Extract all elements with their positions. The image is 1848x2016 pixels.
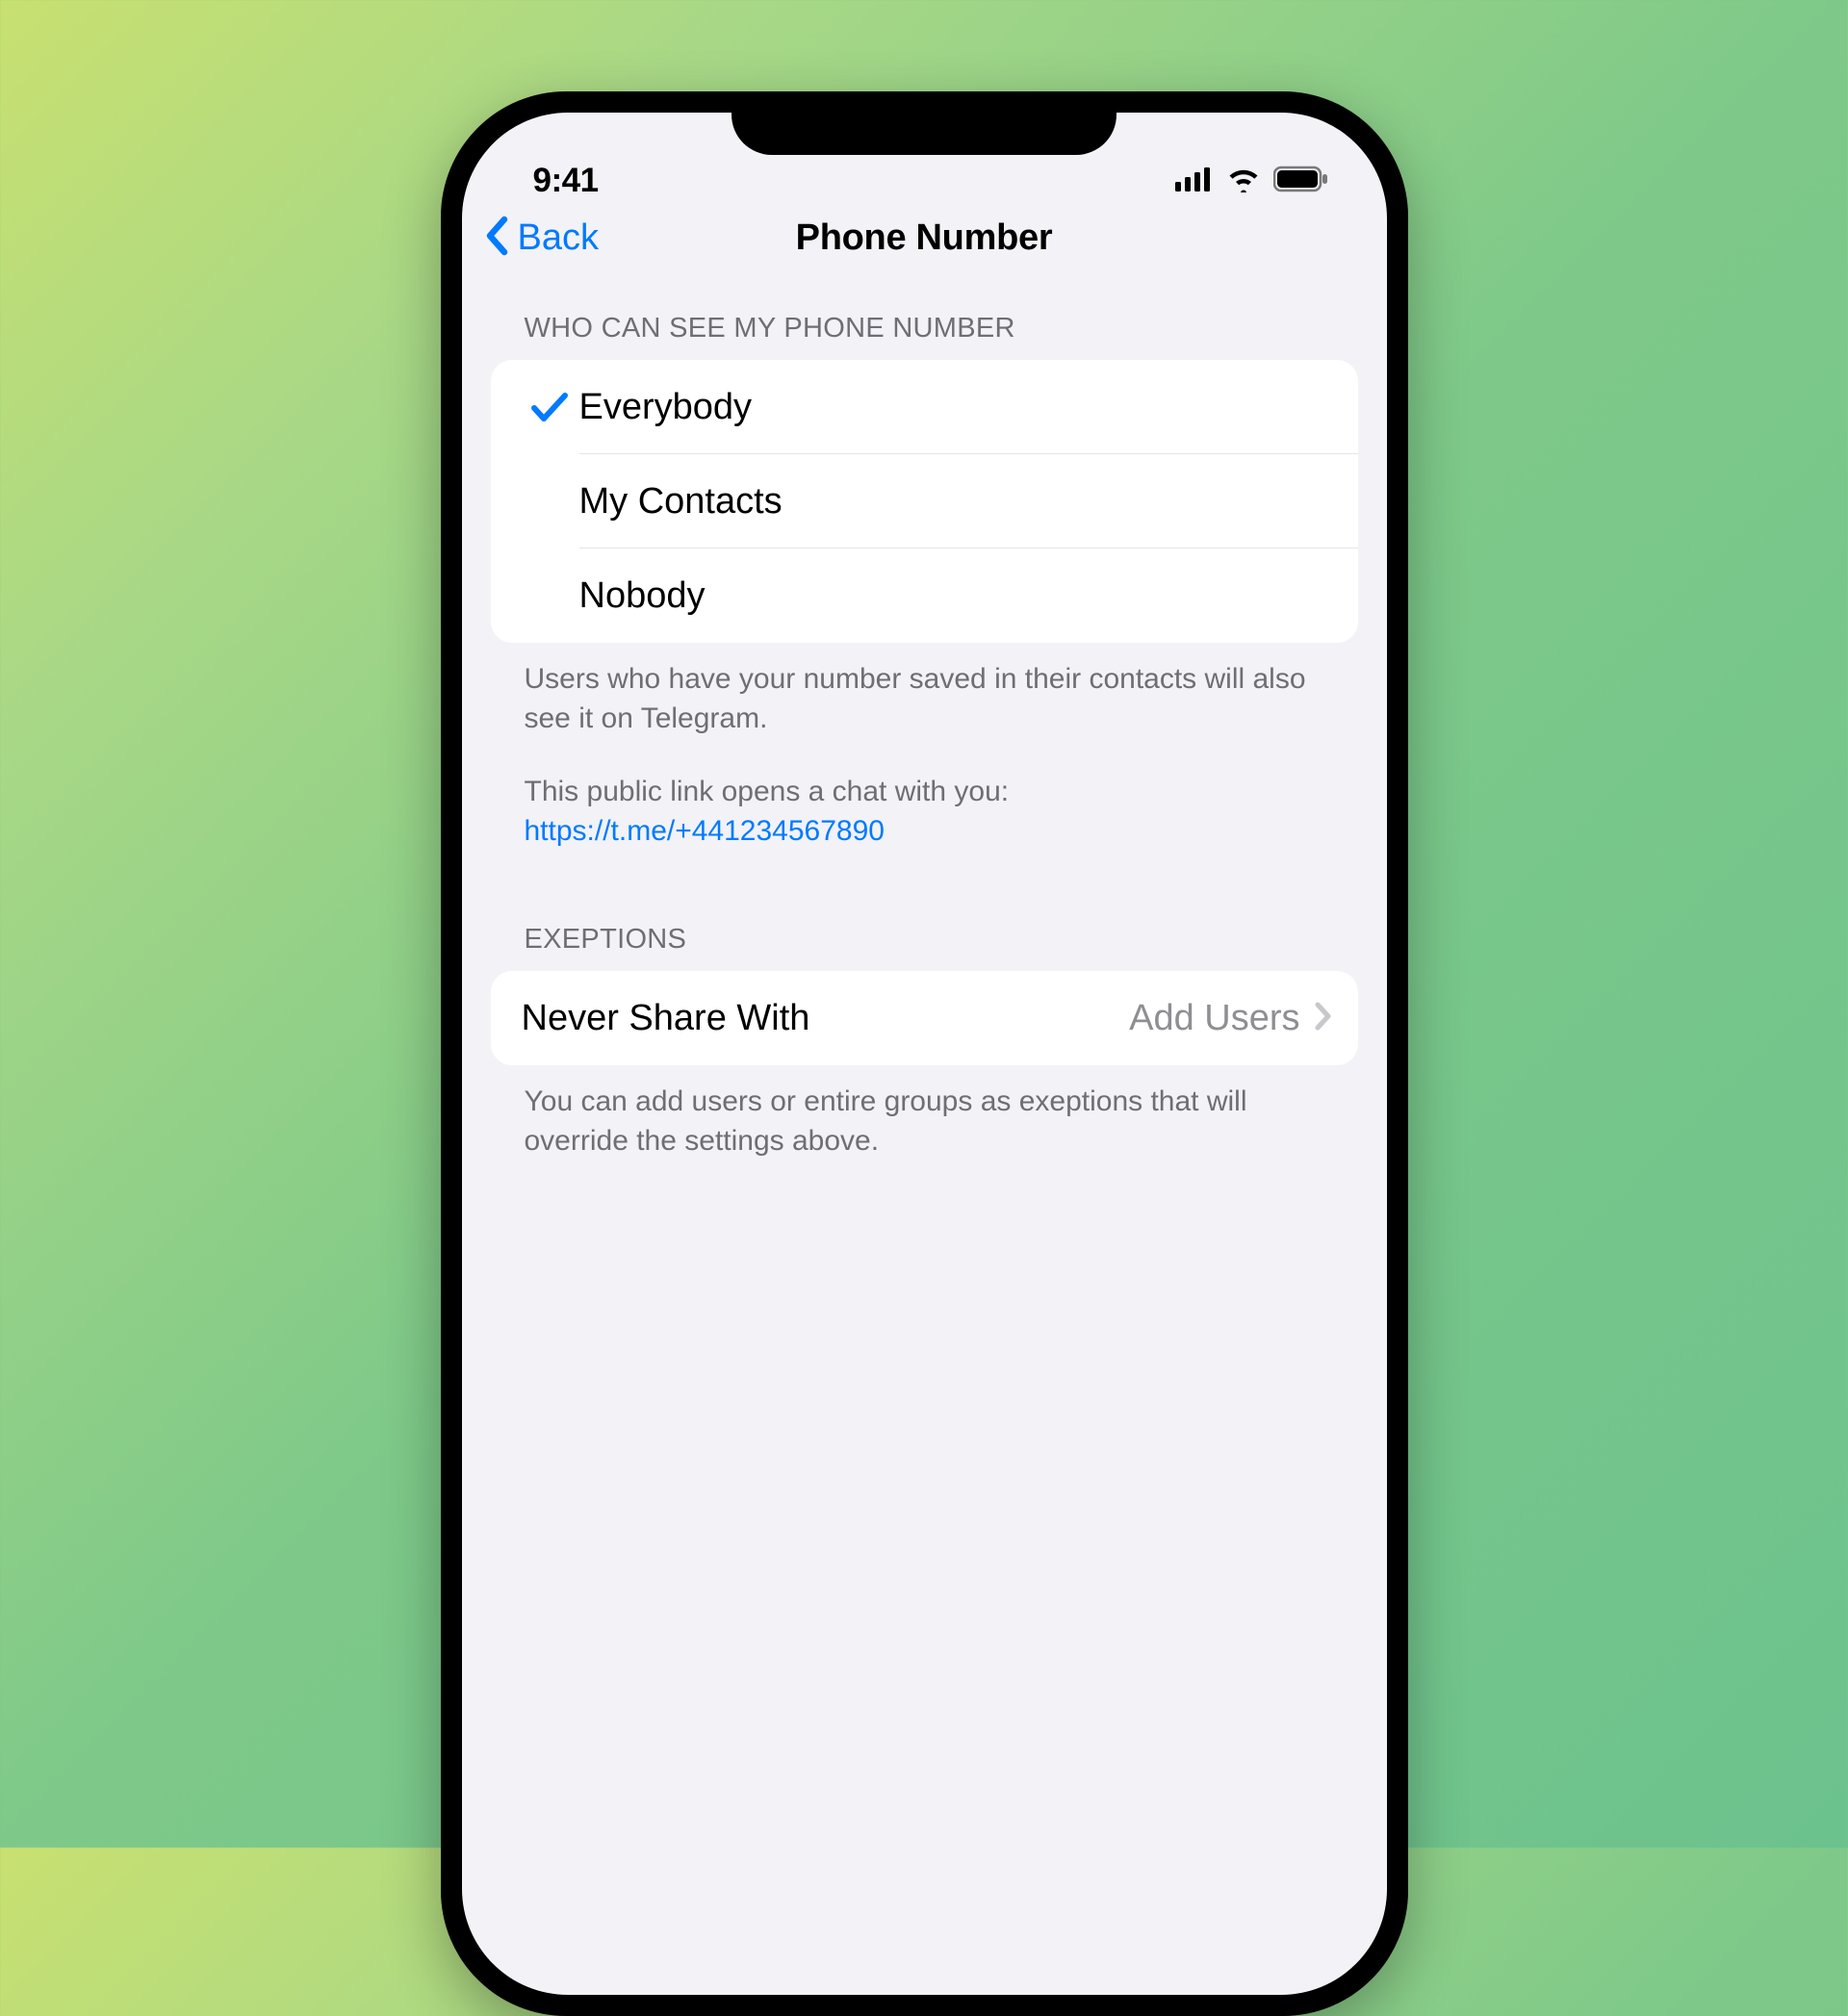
cellular-icon xyxy=(1175,166,1214,196)
wifi-icon xyxy=(1225,166,1262,197)
back-label: Back xyxy=(518,217,599,259)
nav-bar: Back Phone Number xyxy=(462,224,1387,255)
option-label: My Contacts xyxy=(579,481,783,523)
phone-frame: 9:41 Back Phone Number xyxy=(441,91,1408,2016)
option-label: Nobody xyxy=(579,575,706,617)
section-footer-visibility: Users who have your number saved in thei… xyxy=(491,643,1358,851)
phone-notch xyxy=(732,91,1116,155)
chevron-left-icon xyxy=(483,216,512,261)
footer-text-1: Users who have your number saved in thei… xyxy=(525,660,1324,738)
option-everybody[interactable]: Everybody xyxy=(491,360,1358,454)
section-footer-exceptions: You can add users or entire groups as ex… xyxy=(491,1065,1358,1161)
page-title: Phone Number xyxy=(462,217,1387,259)
status-icons xyxy=(1175,166,1329,197)
chevron-right-icon xyxy=(1314,1001,1333,1036)
checkmark-icon xyxy=(520,390,579,424)
visibility-options-group: Everybody My Contacts Nobody xyxy=(491,360,1358,643)
never-share-with-row[interactable]: Never Share With Add Users xyxy=(491,971,1358,1065)
public-link[interactable]: https://t.me/+441234567890 xyxy=(525,815,885,847)
status-time: 9:41 xyxy=(533,162,599,200)
battery-icon xyxy=(1273,166,1329,197)
screen: 9:41 Back Phone Number xyxy=(462,113,1387,1995)
option-label: Everybody xyxy=(579,387,753,428)
back-button[interactable]: Back xyxy=(483,216,599,261)
content: WHO CAN SEE MY PHONE NUMBER Everybody My… xyxy=(462,255,1387,1161)
section-header-visibility: WHO CAN SEE MY PHONE NUMBER xyxy=(491,313,1358,360)
exceptions-group: Never Share With Add Users xyxy=(491,971,1358,1065)
row-value: Add Users xyxy=(1129,998,1299,1039)
row-label: Never Share With xyxy=(522,998,810,1039)
footer-text-2: This public link opens a chat with you: xyxy=(525,776,1010,807)
option-my-contacts[interactable]: My Contacts xyxy=(491,454,1358,549)
section-header-exceptions: EXEPTIONS xyxy=(491,924,1358,971)
option-nobody[interactable]: Nobody xyxy=(491,549,1358,643)
